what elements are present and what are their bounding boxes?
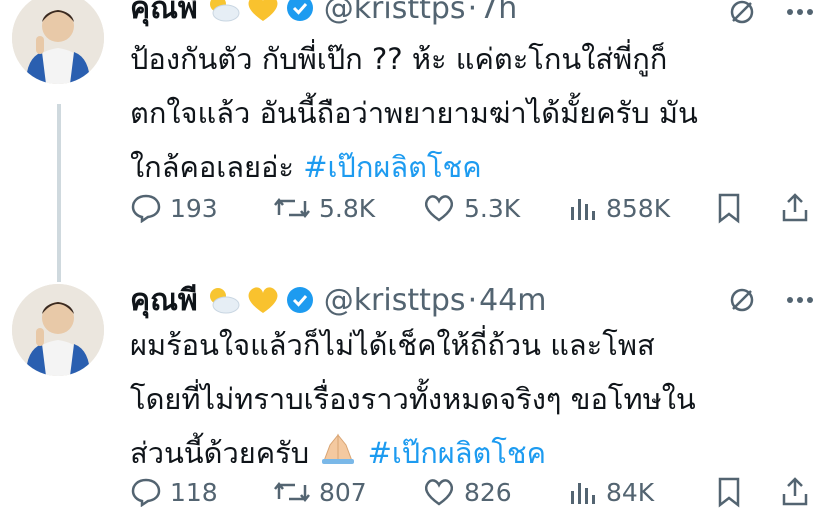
- retweet-icon: [274, 481, 310, 503]
- verified-badge-icon: [286, 286, 314, 314]
- bookmark-icon: [718, 477, 740, 508]
- bookmark-icon: [718, 193, 740, 224]
- display-name[interactable]: คุณพี: [130, 277, 198, 324]
- retweet-count: 807: [319, 477, 367, 507]
- separator-dot: ·: [467, 0, 478, 26]
- hashtag-link[interactable]: #เป๊กผลิตโชค: [368, 436, 546, 470]
- user-handle[interactable]: @kristtps: [324, 283, 466, 318]
- like-count: 5.3K: [464, 193, 521, 223]
- text-line: ผมร้อนใจแล้วก็ไม่ได้เช็คให้ถี่ถ้วน และโพ…: [130, 328, 655, 362]
- retweet-button[interactable]: 5.8K: [273, 193, 375, 223]
- share-icon: [782, 477, 808, 506]
- sun-behind-cloud-emoji: [204, 285, 240, 315]
- like-count: 826: [464, 477, 512, 507]
- hashtag-link[interactable]: #เป๊กผลิตโชค: [303, 150, 481, 184]
- more-options-icon[interactable]: [782, 282, 818, 318]
- sun-behind-cloud-emoji: [204, 0, 240, 23]
- text-line: โดยที่ไม่ทราบเรื่องราวทั้งหมดจริงๆ ขอโทษ…: [130, 382, 696, 416]
- retweet-count: 5.8K: [319, 193, 376, 223]
- yellow-heart-emoji: [246, 285, 280, 315]
- views-icon: [571, 483, 595, 504]
- tweet-header: คุณพี @kristtps · 7h: [130, 0, 517, 28]
- views-button[interactable]: 858K: [568, 193, 670, 223]
- bookmark-button[interactable]: [716, 476, 742, 508]
- retweet-button[interactable]: 807: [273, 477, 367, 507]
- grok-icon[interactable]: [724, 282, 760, 318]
- views-icon: [571, 199, 595, 220]
- view-count: 84K: [606, 477, 655, 507]
- text-segment: ใกล้คอเลยอ่ะ: [130, 150, 294, 184]
- tweet-text: ผมร้อนใจแล้วก็ไม่ได้เช็คให้ถี่ถ้วน และโพ…: [130, 318, 696, 482]
- like-button[interactable]: 5.3K: [422, 193, 520, 223]
- avatar[interactable]: [12, 284, 104, 376]
- reply-count: 118: [170, 477, 218, 507]
- heart-icon: [424, 195, 454, 222]
- action-bar: 193 5.8K 5.3K 858K: [130, 186, 820, 230]
- share-icon: [782, 193, 808, 222]
- reply-count: 193: [170, 193, 218, 223]
- reply-icon: [131, 478, 161, 507]
- action-bar: 118 807 826 84K: [130, 470, 820, 514]
- share-button[interactable]: [780, 192, 810, 224]
- heart-icon: [424, 479, 454, 506]
- separator-dot: ·: [467, 282, 478, 318]
- tweet-2[interactable]: คุณพี @kristtps · 44m ผมร้อนใจแล้วก็ไม่ไ…: [0, 280, 820, 508]
- tweet-header: คุณพี @kristtps · 44m: [130, 280, 547, 320]
- tweet-1[interactable]: คุณพี @kristtps · 7h ป้องกันตัว กับพี่เป…: [0, 0, 820, 282]
- timestamp[interactable]: 7h: [479, 0, 517, 26]
- user-handle[interactable]: @kristtps: [324, 0, 466, 26]
- verified-badge-icon: [286, 0, 314, 22]
- bookmark-button[interactable]: [716, 192, 742, 224]
- avatar[interactable]: [12, 0, 104, 84]
- more-options-icon[interactable]: [782, 0, 818, 30]
- yellow-heart-emoji: [246, 0, 280, 23]
- views-button[interactable]: 84K: [568, 477, 654, 507]
- reply-button[interactable]: 193: [130, 193, 218, 223]
- thread-line: [57, 104, 61, 282]
- share-button[interactable]: [780, 476, 810, 508]
- view-count: 858K: [606, 193, 671, 223]
- reply-icon: [131, 194, 161, 223]
- retweet-icon: [274, 197, 310, 219]
- tweet-text: ป้องกันตัว กับพี่เป๊ก ?? ห้ะ แค่ตะโกนใส่…: [130, 32, 698, 194]
- grok-icon[interactable]: [724, 0, 760, 30]
- text-line: ป้องกันตัว กับพี่เป๊ก ?? ห้ะ แค่ตะโกนใส่…: [130, 42, 668, 76]
- timestamp[interactable]: 44m: [479, 283, 546, 318]
- reply-button[interactable]: 118: [130, 477, 218, 507]
- display-name[interactable]: คุณพี: [130, 0, 198, 32]
- text-segment: ส่วนนี้ด้วยครับ: [130, 436, 310, 470]
- text-line: ตกใจแล้ว อันนี้ถือว่าพยายามฆ่าได้มั้ยครั…: [130, 96, 698, 130]
- like-button[interactable]: 826: [422, 477, 512, 507]
